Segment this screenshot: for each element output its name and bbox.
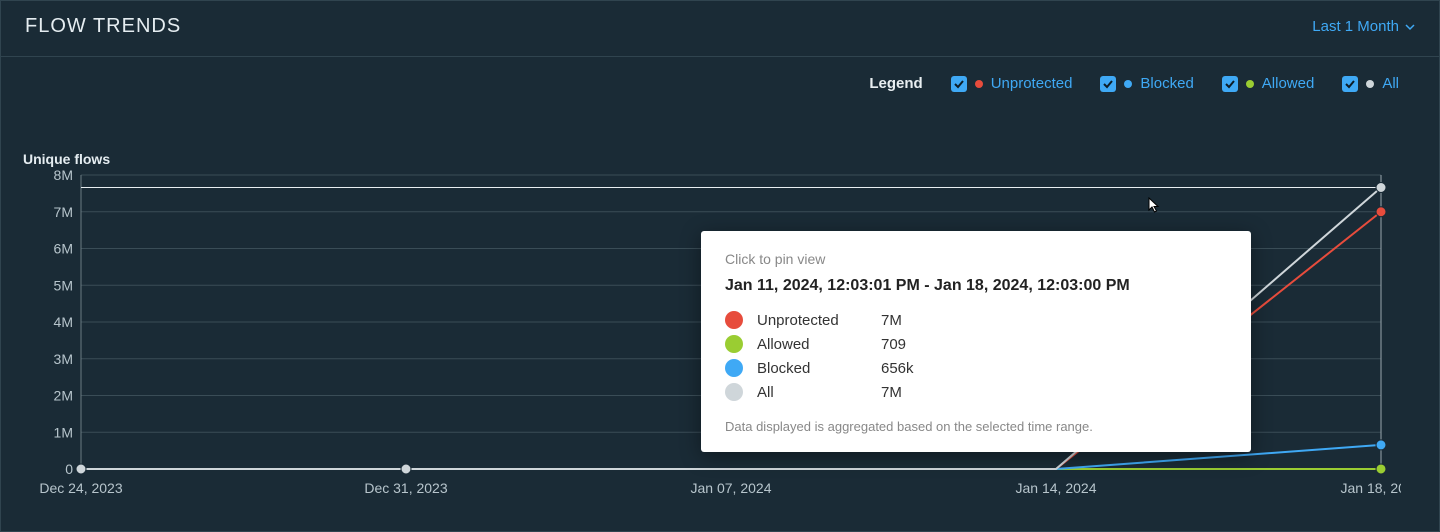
svg-text:Jan 18, 2024: Jan 18, 2024 xyxy=(1341,480,1401,496)
dot-icon xyxy=(725,383,743,401)
svg-text:Dec 31, 2023: Dec 31, 2023 xyxy=(364,480,447,496)
svg-text:Jan 07, 2024: Jan 07, 2024 xyxy=(691,480,772,496)
panel-header: FLOW TRENDS Last 1 Month xyxy=(1,1,1439,57)
dot-icon xyxy=(1124,80,1132,88)
chevron-down-icon xyxy=(1405,22,1415,32)
legend-item-blocked[interactable]: Blocked xyxy=(1100,75,1193,92)
tooltip-row: Unprotected 7M xyxy=(725,311,1227,329)
legend-label-unprotected: Unprotected xyxy=(991,75,1073,92)
legend-label-blocked: Blocked xyxy=(1140,75,1193,92)
svg-text:8M: 8M xyxy=(54,169,73,183)
svg-text:4M: 4M xyxy=(54,314,73,330)
legend-label-allowed: Allowed xyxy=(1262,75,1315,92)
svg-text:0: 0 xyxy=(65,461,73,477)
tooltip-name: Allowed xyxy=(757,336,867,353)
flow-trends-panel: FLOW TRENDS Last 1 Month Legend Unprotec… xyxy=(0,0,1440,532)
tooltip-row: Allowed 709 xyxy=(725,335,1227,353)
legend: Legend Unprotected Blocked Allowed All xyxy=(1,57,1439,92)
tooltip-note: Data displayed is aggregated based on th… xyxy=(725,419,1227,434)
chart-tooltip[interactable]: Click to pin view Jan 11, 2024, 12:03:01… xyxy=(701,231,1251,452)
svg-text:6M: 6M xyxy=(54,241,73,257)
svg-text:1M: 1M xyxy=(54,424,73,440)
y-axis-label: Unique flows xyxy=(23,151,110,167)
legend-item-unprotected[interactable]: Unprotected xyxy=(951,75,1073,92)
dot-icon xyxy=(975,80,983,88)
svg-text:5M: 5M xyxy=(54,277,73,293)
dot-icon xyxy=(725,311,743,329)
checkbox-unprotected[interactable] xyxy=(951,76,967,92)
tooltip-hint: Click to pin view xyxy=(725,251,1227,267)
svg-text:2M: 2M xyxy=(54,388,73,404)
svg-text:7M: 7M xyxy=(54,204,73,220)
panel-title: FLOW TRENDS xyxy=(25,15,181,38)
dot-icon xyxy=(725,359,743,377)
tooltip-value: 656k xyxy=(881,360,914,377)
legend-item-allowed[interactable]: Allowed xyxy=(1222,75,1315,92)
dot-icon xyxy=(725,335,743,353)
tooltip-value: 709 xyxy=(881,336,906,353)
tooltip-name: All xyxy=(757,384,867,401)
legend-title: Legend xyxy=(869,75,922,92)
checkbox-allowed[interactable] xyxy=(1222,76,1238,92)
dot-icon xyxy=(1366,80,1374,88)
legend-label-all: All xyxy=(1382,75,1399,92)
tooltip-value: 7M xyxy=(881,384,902,401)
svg-text:Jan 14, 2024: Jan 14, 2024 xyxy=(1016,480,1097,496)
tooltip-name: Blocked xyxy=(757,360,867,377)
legend-item-all[interactable]: All xyxy=(1342,75,1399,92)
tooltip-range: Jan 11, 2024, 12:03:01 PM - Jan 18, 2024… xyxy=(725,277,1227,295)
svg-text:Dec 24, 2023: Dec 24, 2023 xyxy=(39,480,122,496)
time-range-label: Last 1 Month xyxy=(1312,18,1399,35)
tooltip-row: All 7M xyxy=(725,383,1227,401)
time-range-select[interactable]: Last 1 Month xyxy=(1312,18,1415,35)
svg-text:3M: 3M xyxy=(54,351,73,367)
checkbox-all[interactable] xyxy=(1342,76,1358,92)
tooltip-value: 7M xyxy=(881,312,902,329)
tooltip-row: Blocked 656k xyxy=(725,359,1227,377)
checkbox-blocked[interactable] xyxy=(1100,76,1116,92)
tooltip-name: Unprotected xyxy=(757,312,867,329)
dot-icon xyxy=(1246,80,1254,88)
